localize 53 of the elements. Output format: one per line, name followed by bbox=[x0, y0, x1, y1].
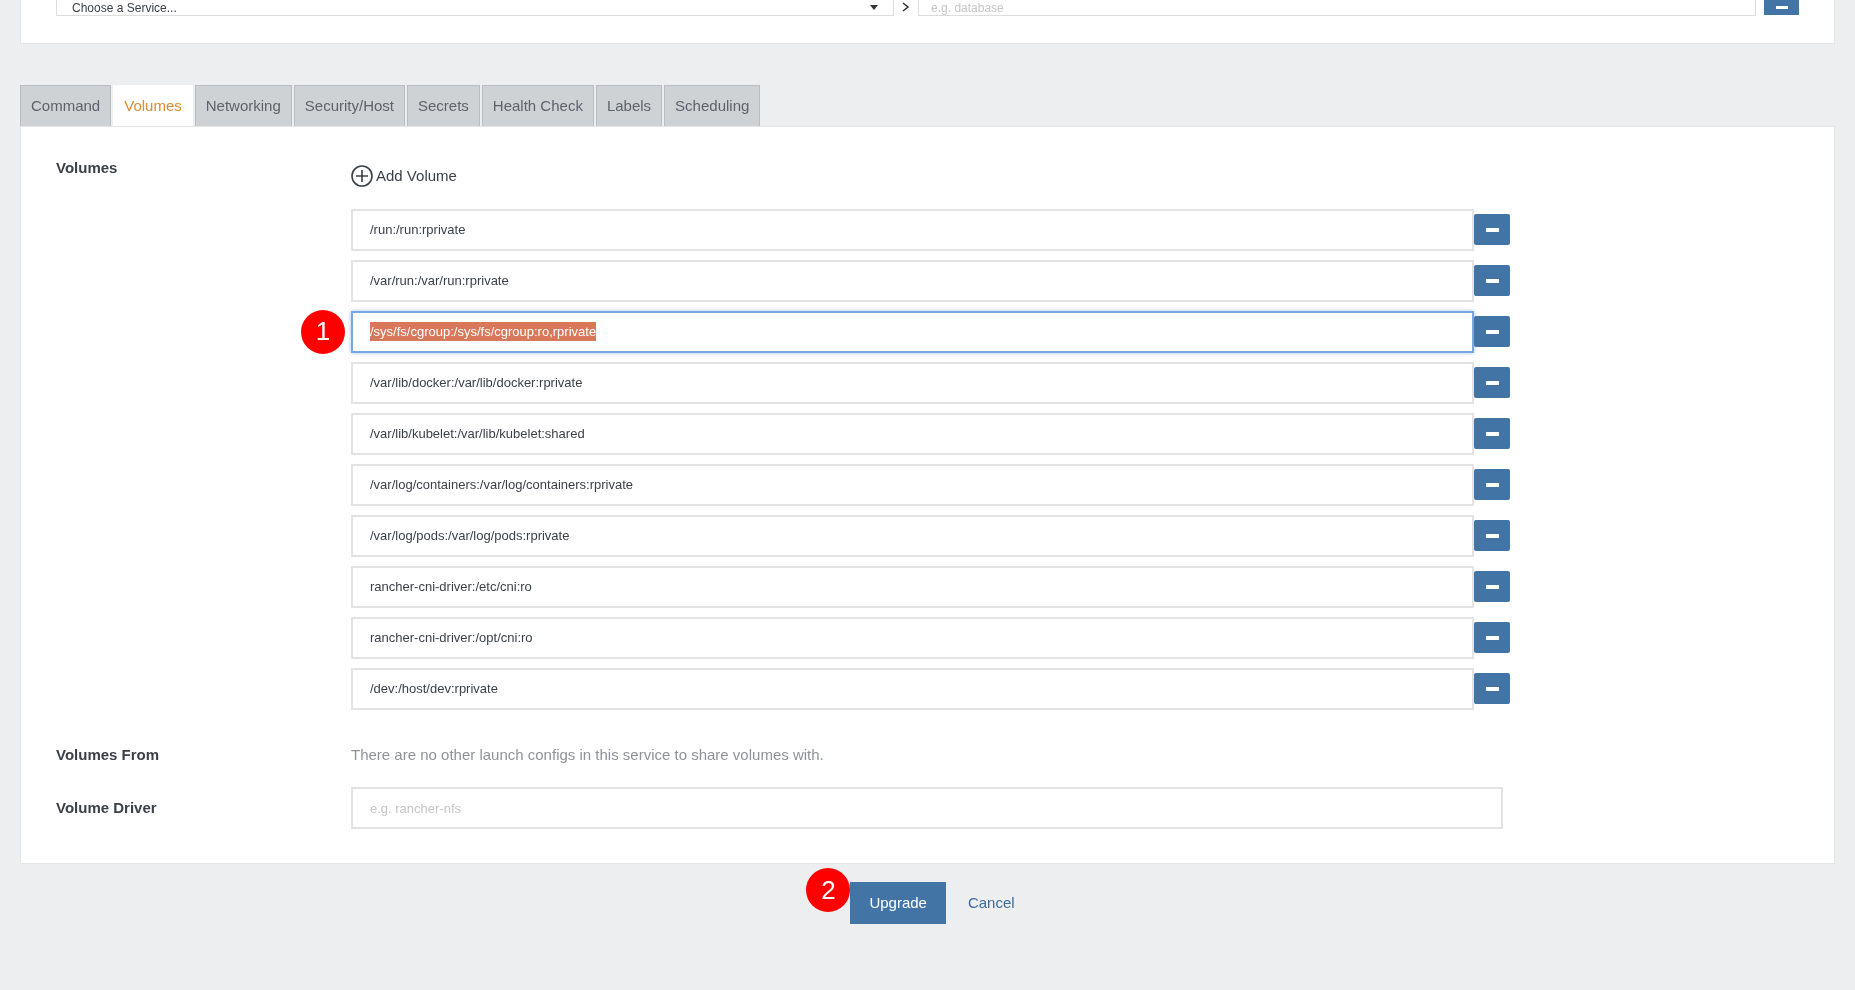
remove-button[interactable] bbox=[1474, 316, 1510, 347]
add-volume-button[interactable]: Add Volume bbox=[351, 165, 457, 188]
chevron-right-icon bbox=[902, 2, 911, 12]
remove-button[interactable] bbox=[1474, 571, 1510, 602]
remove-button[interactable] bbox=[1474, 469, 1510, 500]
remove-button[interactable] bbox=[1474, 367, 1510, 398]
step-marker: 1 bbox=[301, 309, 345, 354]
alias-field[interactable]: e.g. database bbox=[918, 0, 1757, 16]
minus-icon bbox=[1485, 329, 1499, 334]
tab[interactable]: Networking bbox=[194, 85, 292, 126]
remove-button[interactable] bbox=[1474, 673, 1510, 704]
cancel-link[interactable]: Cancel bbox=[967, 891, 1015, 915]
volume-field[interactable]: rancher-cni-driver:/opt/cni:ro bbox=[351, 616, 1474, 659]
tab[interactable]: Security/Host bbox=[293, 85, 405, 126]
minus-icon bbox=[1775, 6, 1788, 9]
tab[interactable]: Command bbox=[20, 85, 112, 126]
section-label: Volumes From bbox=[56, 744, 160, 765]
volume-field[interactable]: /var/lib/kubelet:/var/lib/kubelet:shared bbox=[351, 412, 1474, 455]
minus-icon bbox=[1485, 482, 1499, 487]
volume-driver-field[interactable]: e.g. rancher-nfs bbox=[351, 787, 1503, 829]
minus-icon bbox=[1485, 584, 1499, 589]
volume-field[interactable]: /var/log/containers:/var/log/containers:rprivate bbox=[351, 463, 1474, 506]
tab[interactable]: Health Check bbox=[481, 85, 594, 126]
section-label: Volumes bbox=[56, 158, 118, 178]
volume-field[interactable]: /var/lib/docker:/var/lib/docker:rprivate bbox=[351, 361, 1474, 404]
upgrade-button[interactable]: Upgrade bbox=[850, 882, 946, 924]
minus-icon bbox=[1485, 533, 1499, 538]
volume-field[interactable]: /var/log/pods:/var/log/pods:rprivate bbox=[351, 514, 1474, 557]
remove-button[interactable] bbox=[1474, 265, 1510, 296]
remove-button[interactable] bbox=[1474, 418, 1510, 449]
caret-icon bbox=[870, 5, 879, 10]
minus-icon bbox=[1485, 635, 1499, 640]
volume-field[interactable]: rancher-cni-driver:/etc/cni:ro bbox=[351, 565, 1474, 608]
volume-field[interactable]: /dev:/host/dev:rprivate bbox=[351, 667, 1474, 710]
volume-field[interactable]: /run:/run:rprivate bbox=[351, 208, 1474, 251]
remove-button[interactable] bbox=[1764, 0, 1799, 15]
tab[interactable]: Secrets bbox=[407, 85, 480, 126]
minus-icon bbox=[1485, 431, 1499, 436]
minus-icon bbox=[1485, 278, 1499, 283]
volume-field[interactable]: /var/run:/var/run:rprivate bbox=[351, 259, 1474, 302]
tab[interactable]: Labels bbox=[595, 85, 663, 126]
minus-icon bbox=[1485, 227, 1499, 232]
minus-icon bbox=[1485, 380, 1499, 385]
info-text: There are no other launch configs in this service to share volumes with. bbox=[351, 744, 824, 765]
remove-button[interactable] bbox=[1474, 520, 1510, 551]
remove-button[interactable] bbox=[1474, 214, 1510, 245]
section-label: Volume Driver bbox=[56, 797, 157, 818]
plus-circle-icon bbox=[351, 165, 373, 188]
service-select[interactable]: Choose a Service... bbox=[56, 0, 895, 16]
minus-icon bbox=[1485, 686, 1499, 691]
step-marker: 2 bbox=[806, 868, 851, 912]
tab[interactable]: Scheduling bbox=[664, 85, 761, 126]
remove-button[interactable] bbox=[1474, 622, 1510, 653]
